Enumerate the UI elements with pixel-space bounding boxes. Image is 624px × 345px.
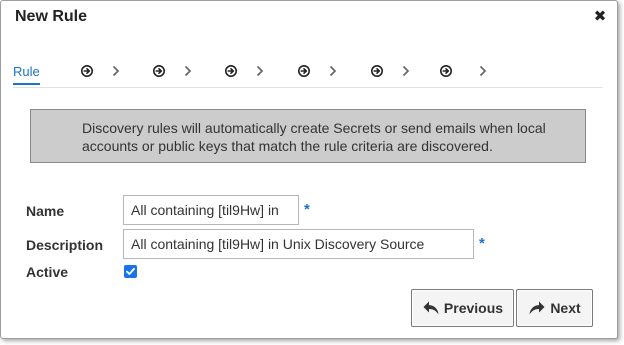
new-rule-dialog: New Rule ✖ Rule Discovery rules will aut… — [0, 0, 618, 339]
step-3-circle-arrow-right-icon[interactable] — [153, 65, 165, 77]
next-button[interactable]: Next — [516, 289, 593, 327]
next-label: Next — [550, 300, 581, 316]
info-message: Discovery rules will automatically creat… — [30, 109, 586, 163]
chevron-right-icon — [111, 64, 121, 78]
step-4-circle-arrow-right-icon[interactable] — [225, 65, 237, 77]
chevron-right-icon — [401, 64, 411, 78]
step-2-circle-arrow-right-icon[interactable] — [81, 65, 93, 77]
chevron-right-icon — [183, 64, 193, 78]
active-checkbox[interactable] — [124, 265, 137, 278]
active-label: Active — [26, 264, 69, 280]
chevron-right-icon — [255, 64, 265, 78]
step-rule-tab[interactable]: Rule — [13, 64, 40, 85]
step-6-circle-arrow-right-icon[interactable] — [371, 65, 383, 77]
description-required-marker: * — [479, 235, 485, 252]
forward-arrow-icon — [528, 300, 546, 316]
description-label: Description — [26, 237, 104, 253]
name-label: Name — [26, 203, 65, 219]
step-5-circle-arrow-right-icon[interactable] — [298, 65, 310, 77]
step-7-circle-arrow-right-icon[interactable] — [440, 65, 452, 77]
name-required-marker: * — [304, 201, 310, 218]
name-field[interactable] — [123, 195, 299, 225]
dialog-title: New Rule — [15, 8, 88, 25]
chevron-right-icon — [478, 64, 488, 78]
close-icon[interactable]: ✖ — [593, 9, 607, 24]
previous-label: Previous — [443, 300, 504, 316]
reply-arrow-icon — [422, 300, 440, 316]
description-field[interactable] — [123, 229, 474, 259]
previous-button[interactable]: Previous — [411, 289, 514, 327]
wizard-steps: Rule — [13, 61, 603, 88]
chevron-right-icon — [328, 64, 338, 78]
